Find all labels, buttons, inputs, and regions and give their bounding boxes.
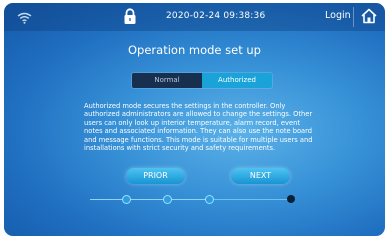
mode-option-authorized[interactable]: Authorized <box>202 73 272 88</box>
page-title: Operation mode set up <box>128 43 261 57</box>
datetime-display: 2020-02-24 09:38:36 <box>166 11 266 21</box>
status-bar: 2020-02-24 09:38:36 Login <box>4 3 385 31</box>
home-icon[interactable] <box>360 7 378 25</box>
progress-line <box>90 199 212 200</box>
progress-step-4 <box>287 195 295 203</box>
next-button[interactable]: NEXT <box>231 168 290 184</box>
progress-line <box>212 199 294 200</box>
mode-toggle: Normal Authorized <box>132 73 272 88</box>
lock-icon <box>124 8 136 24</box>
progress-step-1 <box>123 196 130 203</box>
mode-description: Authorized mode secures the settings in … <box>84 102 313 153</box>
progress-step-3 <box>206 196 213 203</box>
step-progress <box>90 192 310 208</box>
prior-button[interactable]: PRIOR <box>126 168 185 184</box>
login-button[interactable]: Login <box>325 10 351 21</box>
progress-step-2 <box>164 196 171 203</box>
mode-option-normal[interactable]: Normal <box>132 73 202 88</box>
status-divider <box>353 7 354 27</box>
device-screen: 2020-02-24 09:38:36 Login Operation mode… <box>4 3 385 236</box>
wifi-icon <box>17 12 32 24</box>
